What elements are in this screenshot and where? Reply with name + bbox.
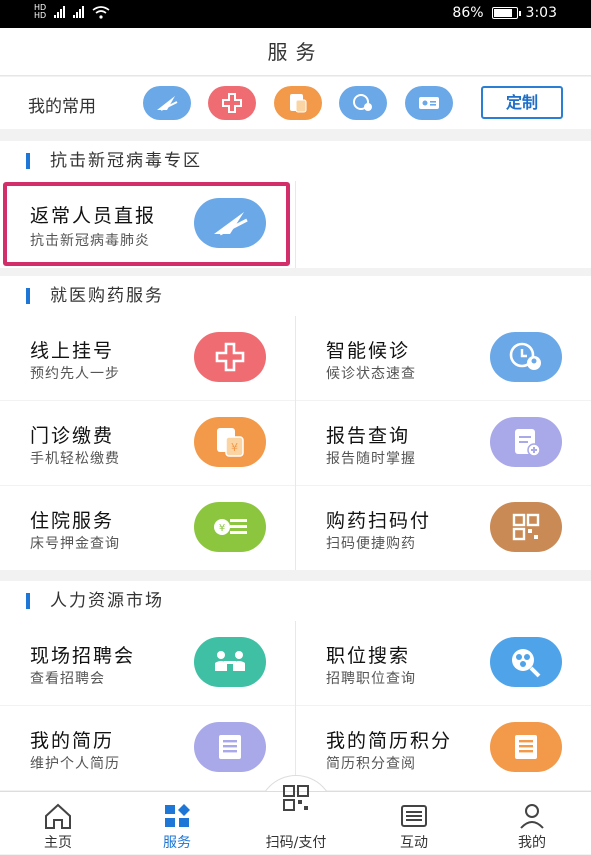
service-subtitle: 简历积分查阅	[326, 756, 416, 772]
return-report-icon[interactable]	[143, 86, 191, 120]
customize-button[interactable]: 定制	[481, 86, 563, 119]
section-bar	[26, 288, 30, 304]
tab-label: 互动	[400, 835, 428, 851]
service-subtitle: 预约先人一步	[30, 366, 120, 382]
battery-percent: 86%	[452, 5, 484, 21]
status-right: 86% 3:03	[452, 5, 557, 21]
service-title: 现场招聘会	[30, 645, 136, 667]
service-job-search[interactable]: 职位搜索 招聘职位查询	[296, 621, 591, 705]
service-job-fair[interactable]: 现场招聘会 查看招聘会	[0, 621, 295, 705]
favorites-bar: 我的常用 定制	[0, 77, 591, 129]
medical-cross-icon	[194, 332, 266, 382]
section-bar	[26, 153, 30, 169]
service-title: 住院服务	[30, 510, 115, 532]
tab-mine[interactable]: 我的	[482, 792, 582, 855]
service-smart-waiting[interactable]: 智能候诊 候诊状态速查	[296, 316, 591, 400]
service-drug-scan-pay[interactable]: 购药扫码付 扫码便捷购药	[296, 486, 591, 570]
service-title: 我的简历	[30, 730, 115, 752]
section-bar	[26, 593, 30, 609]
service-title: 购药扫码付	[326, 510, 432, 532]
signal-icon-2	[73, 6, 85, 18]
waiting-icon	[490, 332, 562, 382]
service-title: 报告查询	[326, 425, 411, 447]
svg-text:¥: ¥	[219, 523, 225, 534]
page-title: 服务	[0, 28, 591, 76]
hd-indicator: HD HD	[34, 3, 47, 20]
tab-services[interactable]: 服务	[127, 792, 227, 855]
service-title: 职位搜索	[326, 645, 411, 667]
service-subtitle: 查看招聘会	[30, 671, 105, 687]
service-subtitle: 扫码便捷购药	[326, 536, 416, 552]
signal-icon	[54, 6, 66, 18]
section-title-text: 抗击新冠病毒专区	[50, 151, 202, 171]
payment-icon: ¥	[194, 417, 266, 467]
divider	[295, 181, 296, 268]
service-subtitle: 招聘职位查询	[326, 671, 416, 687]
service-outpatient-payment[interactable]: 门诊缴费 手机轻松缴费 ¥	[0, 401, 295, 485]
divider	[295, 621, 296, 791]
section-title-medical: 就医购药服务	[0, 276, 591, 316]
qr-code-icon	[283, 785, 309, 811]
service-report-query[interactable]: 报告查询 报告随时掌握	[296, 401, 591, 485]
inpatient-icon: ¥	[194, 502, 266, 552]
tab-label: 我的	[518, 835, 546, 851]
service-online-registration[interactable]: 线上挂号 预约先人一步	[0, 316, 295, 400]
service-title: 门诊缴费	[30, 425, 115, 447]
service-subtitle: 报告随时掌握	[326, 451, 416, 467]
status-bar: HD HD 86% 3:03	[0, 0, 591, 28]
waiting-icon[interactable]	[339, 86, 387, 120]
job-search-icon	[490, 637, 562, 687]
divider	[295, 316, 296, 570]
empty-cell	[296, 181, 591, 268]
section-title-covid: 抗击新冠病毒专区	[0, 141, 591, 181]
medical-cross-icon[interactable]	[208, 86, 256, 120]
service-title: 我的简历积分	[326, 730, 453, 752]
service-title: 智能候诊	[326, 340, 411, 362]
service-subtitle: 维护个人简历	[30, 756, 120, 772]
svg-text:¥: ¥	[231, 441, 238, 454]
job-fair-icon	[194, 637, 266, 687]
service-resume-points[interactable]: 我的简历积分 简历积分查阅	[296, 706, 591, 790]
tab-interact[interactable]: 互动	[364, 792, 464, 855]
tab-label: 服务	[163, 835, 191, 851]
services-icon	[165, 804, 190, 827]
wifi-icon	[92, 5, 110, 19]
highlight-box	[3, 182, 290, 266]
status-left: HD HD	[34, 4, 110, 20]
battery-icon	[491, 7, 521, 19]
message-icon	[401, 805, 427, 827]
home-icon	[45, 803, 71, 829]
tab-home[interactable]: 主页	[8, 792, 108, 855]
tab-scan-pay[interactable]: 扫码/支付	[246, 785, 346, 855]
service-subtitle: 手机轻松缴费	[30, 451, 120, 467]
section-title-text: 就医购药服务	[50, 286, 164, 306]
favorites-label: 我的常用	[28, 97, 96, 117]
service-subtitle: 床号押金查询	[30, 536, 120, 552]
service-subtitle: 候诊状态速查	[326, 366, 416, 382]
qr-code-icon	[490, 502, 562, 552]
payment-icon[interactable]	[274, 86, 322, 120]
tab-label: 主页	[44, 835, 72, 851]
service-inpatient[interactable]: 住院服务 床号押金查询 ¥	[0, 486, 295, 570]
clock: 3:03	[525, 5, 557, 21]
profile-icon	[520, 804, 544, 829]
report-icon	[490, 417, 562, 467]
id-card-icon[interactable]	[405, 86, 453, 120]
service-title: 线上挂号	[30, 340, 115, 362]
section-title-hr: 人力资源市场	[0, 581, 591, 621]
tab-label: 扫码/支付	[265, 835, 327, 851]
resume-icon	[194, 722, 266, 772]
service-my-resume[interactable]: 我的简历 维护个人简历	[0, 706, 295, 790]
tab-bar: 主页 服务 扫码/支付 互动 我的	[0, 785, 591, 855]
resume-points-icon	[490, 722, 562, 772]
section-title-text: 人力资源市场	[50, 591, 164, 611]
